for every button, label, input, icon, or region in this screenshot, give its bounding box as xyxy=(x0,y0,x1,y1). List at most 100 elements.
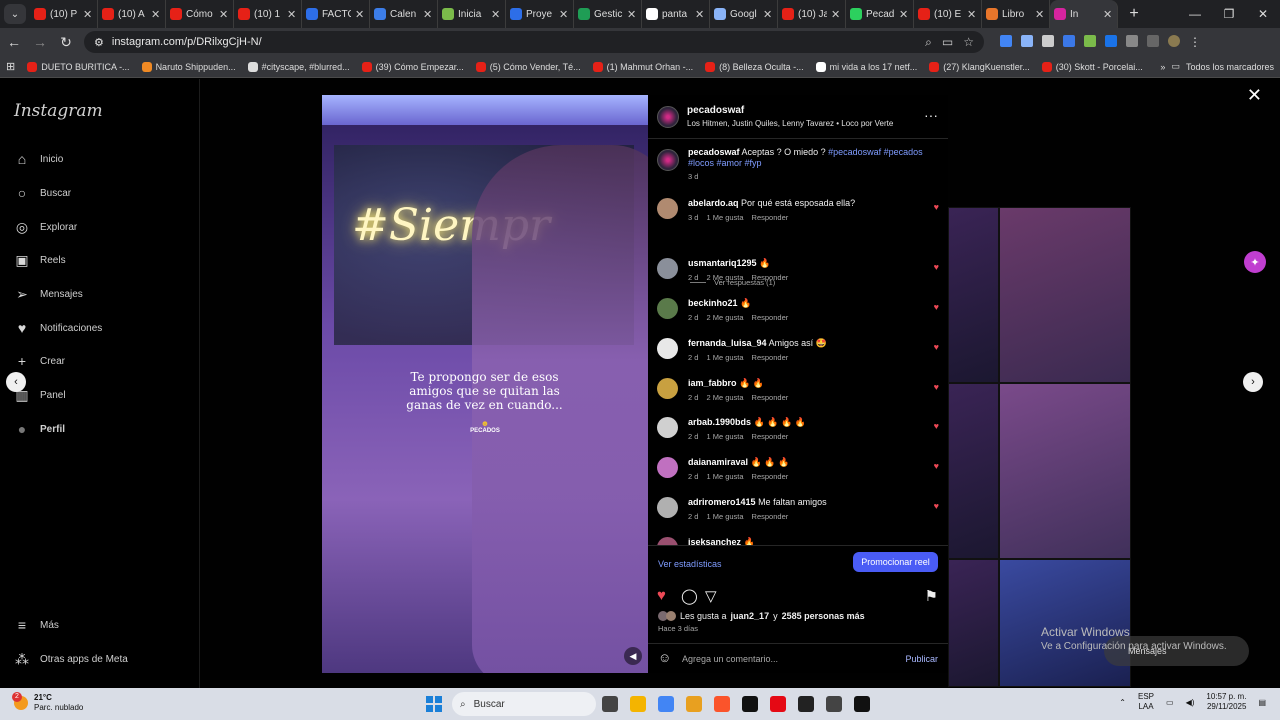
author-username[interactable]: pecadoswaf xyxy=(687,105,744,116)
bookmark-item[interactable]: (5) Cómo Vender, Té... xyxy=(475,61,581,72)
tab-close-icon[interactable]: ✕ xyxy=(1103,8,1113,21)
taskbar-app-icon[interactable] xyxy=(826,696,842,712)
commenter-avatar[interactable] xyxy=(657,457,678,478)
taskbar-app-icon[interactable] xyxy=(686,696,702,712)
sidebar-item-notificaciones[interactable]: ♥ Notificaciones xyxy=(14,320,102,336)
browser-tab[interactable]: Gestic ✕ xyxy=(574,0,642,28)
author-avatar[interactable] xyxy=(657,149,679,171)
taskbar-app-icon[interactable] xyxy=(742,696,758,712)
language-indicator[interactable]: ESP LAA xyxy=(1138,692,1154,712)
reel-video[interactable]: #Siempr Te propongo ser de esos amigos q… xyxy=(322,95,648,673)
comment-likes[interactable]: 1 Me gusta xyxy=(706,472,743,481)
bookmark-item[interactable]: mi vida a los 17 netf... xyxy=(815,61,917,72)
comment-like-heart-icon[interactable]: ♥ xyxy=(934,421,939,431)
tab-close-icon[interactable]: ✕ xyxy=(831,8,841,21)
comment-username[interactable]: iam_fabbro xyxy=(688,378,737,388)
apps-grid-icon[interactable]: ⊞ xyxy=(6,60,15,73)
more-options-icon[interactable]: ··· xyxy=(924,107,938,123)
close-window-button[interactable]: ✕ xyxy=(1246,0,1280,28)
clock[interactable]: 10:57 p. m. 29/11/2025 xyxy=(1206,692,1246,712)
all-bookmarks-link[interactable]: Todos los marcadores xyxy=(1186,62,1274,72)
view-stats-link[interactable]: Ver estadísticas xyxy=(658,559,722,569)
tab-close-icon[interactable]: ✕ xyxy=(151,8,161,21)
forward-button[interactable]: → xyxy=(32,34,48,50)
bookmark-item[interactable]: Naruto Shippuden... xyxy=(141,61,236,72)
instagram-logo[interactable]: Instagram xyxy=(14,101,103,121)
caption-username[interactable]: pecadoswaf xyxy=(688,147,740,157)
taskbar-search[interactable]: ⌕ Buscar xyxy=(452,692,596,716)
browser-tab[interactable]: Pecad ✕ xyxy=(846,0,914,28)
sidebar-item-explorar[interactable]: ◎ Explorar xyxy=(14,219,77,235)
comment-input[interactable]: Agrega un comentario... xyxy=(682,654,778,664)
mute-button[interactable]: ◀ xyxy=(624,647,642,665)
save-bookmark-icon[interactable]: ⚑ xyxy=(925,587,938,605)
bookmark-item[interactable]: (27) KlangKuenstler... xyxy=(929,61,1030,72)
likes-count[interactable]: 2585 personas más xyxy=(782,611,865,621)
bookmark-item[interactable]: #cityscape, #blurred... xyxy=(247,61,350,72)
profile-avatar-icon[interactable] xyxy=(1168,35,1180,47)
commenter-avatar[interactable] xyxy=(657,258,678,279)
tab-close-icon[interactable]: ✕ xyxy=(219,8,229,21)
comment-username[interactable]: iseksanchez xyxy=(688,537,741,545)
minimize-button[interactable]: — xyxy=(1178,0,1212,28)
maximize-button[interactable]: ❐ xyxy=(1212,0,1246,28)
address-bar[interactable]: ⚙ instagram.com/p/DRilxgCjH-N/ ⌕ ▭ ☆ xyxy=(84,31,984,53)
bookmark-item[interactable]: (8) Belleza Oculta -... xyxy=(705,61,804,72)
comment-reply-button[interactable]: Responder xyxy=(752,353,789,362)
comment-reply-button[interactable]: Responder xyxy=(752,432,789,441)
publish-button[interactable]: Publicar xyxy=(905,654,938,664)
browser-tab[interactable]: Proye ✕ xyxy=(506,0,574,28)
tab-close-icon[interactable]: ✕ xyxy=(695,8,705,21)
commenter-avatar[interactable] xyxy=(657,298,678,319)
sidebar-item-crear[interactable]: + Crear xyxy=(14,353,65,369)
extension-icon[interactable] xyxy=(1063,35,1075,47)
browser-menu-icon[interactable]: ⋮ xyxy=(1189,35,1201,49)
taskbar-app-icon[interactable] xyxy=(602,696,618,712)
sidebar-item-meta[interactable]: ⁂ Otras apps de Meta xyxy=(14,651,128,667)
tab-close-icon[interactable]: ✕ xyxy=(1035,8,1045,21)
taskbar-app-icon[interactable] xyxy=(714,696,730,712)
tab-search-button[interactable]: ⌄ xyxy=(4,4,26,24)
reading-list-icon[interactable] xyxy=(1147,35,1159,47)
extension-icon[interactable] xyxy=(1021,35,1033,47)
comment-likes[interactable]: 1 Me gusta xyxy=(706,353,743,362)
comment-username[interactable]: daianamiraval xyxy=(688,457,748,467)
commenter-avatar[interactable] xyxy=(657,338,678,359)
zoom-icon[interactable]: ⌕ xyxy=(925,35,932,50)
comment-likes[interactable]: 2 Me gusta xyxy=(706,393,743,402)
back-button[interactable]: ← xyxy=(6,34,22,50)
comment-username[interactable]: abelardo.aq xyxy=(688,198,739,208)
more-bookmarks-icon[interactable]: » xyxy=(1160,62,1165,72)
next-post-button[interactable]: › xyxy=(1243,372,1263,392)
comment-like-heart-icon[interactable]: ♥ xyxy=(934,262,939,272)
comment-icon[interactable]: ◯ xyxy=(681,587,698,605)
comment-username[interactable]: usmantariq1295 xyxy=(688,258,757,268)
comment-reply-button[interactable]: Responder xyxy=(752,313,789,322)
notifications-icon[interactable]: ▤ xyxy=(1258,698,1266,707)
new-tab-button[interactable]: + xyxy=(1122,5,1146,23)
browser-tab[interactable]: (10) P ✕ xyxy=(30,0,98,28)
bookmark-item[interactable]: DUETO BURITICA -... xyxy=(27,61,130,72)
close-modal-icon[interactable]: ✕ xyxy=(1247,85,1262,106)
browser-tab[interactable]: Inicia ✕ xyxy=(438,0,506,28)
emoji-icon[interactable]: ☺ xyxy=(658,650,671,665)
tab-close-icon[interactable]: ✕ xyxy=(355,8,365,21)
taskbar-app-icon[interactable] xyxy=(798,696,814,712)
browser-tab[interactable]: Calen ✕ xyxy=(370,0,438,28)
network-icon[interactable]: ▭ xyxy=(1166,698,1174,707)
bookmark-item[interactable]: (1) Mahmut Orhan -... xyxy=(592,61,693,72)
comment-like-heart-icon[interactable]: ♥ xyxy=(934,302,939,312)
start-button[interactable] xyxy=(426,696,442,712)
comment-like-heart-icon[interactable]: ♥ xyxy=(934,461,939,471)
browser-tab[interactable]: Googl ✕ xyxy=(710,0,778,28)
extension-overlay-icon[interactable]: ✦ xyxy=(1244,251,1266,273)
extension-icon[interactable] xyxy=(1084,35,1096,47)
tab-close-icon[interactable]: ✕ xyxy=(559,8,569,21)
extension-icon[interactable] xyxy=(1105,35,1117,47)
commenter-avatar[interactable] xyxy=(657,417,678,438)
commenter-avatar[interactable] xyxy=(657,378,678,399)
audio-link[interactable]: Los Hitmen, Justin Quiles, Lenny Tavarez… xyxy=(687,119,893,128)
bookmark-item[interactable]: (39) Cómo Empezar... xyxy=(361,61,464,72)
author-avatar[interactable] xyxy=(657,106,679,128)
tab-close-icon[interactable]: ✕ xyxy=(83,8,93,21)
